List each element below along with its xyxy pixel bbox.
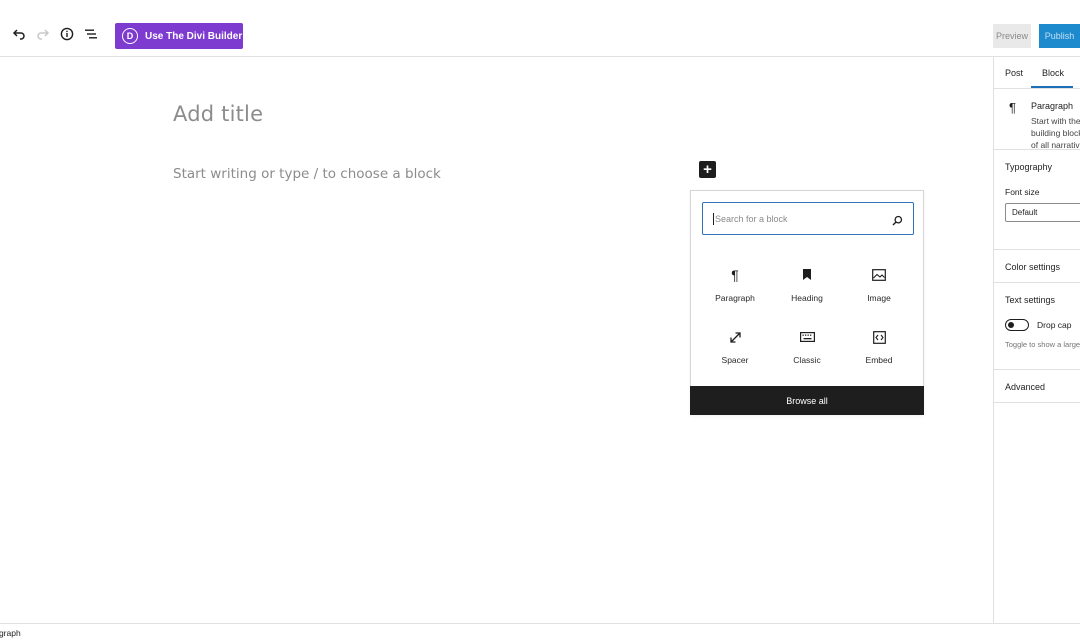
image-icon [870,266,888,284]
search-placeholder: Search for a block [715,213,788,224]
block-option-spacer[interactable]: Spacer [699,328,771,384]
toggle-knob [1008,321,1014,328]
drop-cap-toggle[interactable] [1005,319,1029,331]
paragraph-icon: ¶ [731,267,739,283]
sidebar-tabs: Post Block [994,57,1080,89]
block-option-heading[interactable]: Heading [771,266,843,322]
use-divi-builder-button[interactable]: D Use The Divi Builder [115,23,243,49]
list-view-icon[interactable] [81,24,101,44]
text-caret [713,212,714,225]
keyboard-icon [798,328,816,346]
block-breadcrumb-bar: Paragraph [0,623,1080,640]
info-icon[interactable] [57,24,77,44]
block-option-label: Paragraph [715,293,755,303]
block-search-input[interactable]: Search for a block [702,202,914,235]
publish-button[interactable]: Publish [1039,24,1080,48]
advanced-panel-title[interactable]: Advanced [1005,382,1045,392]
block-option-embed[interactable]: Embed [843,328,915,384]
bookmark-icon [798,266,816,284]
breadcrumb-paragraph[interactable]: Paragraph [0,628,21,638]
undo-icon[interactable] [9,24,29,44]
block-card: ¶ Paragraph Start with the building bloc… [994,89,1080,150]
settings-sidebar: Post Block ¶ Paragraph Start with the bu… [993,57,1080,623]
color-settings-panel: Color settings [994,250,1080,283]
typography-panel-title[interactable]: Typography [1005,162,1052,172]
advanced-panel: Advanced [994,370,1080,403]
text-settings-panel-title[interactable]: Text settings [1005,295,1055,305]
browse-all-button[interactable]: Browse all [690,386,924,415]
block-option-image[interactable]: Image [843,266,915,322]
font-size-value: Default [1012,208,1038,217]
block-option-classic[interactable]: Classic [771,328,843,384]
block-option-label: Spacer [721,355,749,365]
typography-panel: Typography [994,150,1080,250]
tab-block[interactable]: Block [1042,68,1064,78]
font-size-label: Font size [1005,187,1040,197]
tab-post[interactable]: Post [1005,68,1023,78]
drop-cap-label: Drop cap [1037,320,1072,330]
color-settings-panel-title[interactable]: Color settings [1005,262,1060,272]
block-option-label: Heading [791,293,823,303]
resize-arrows-icon [726,328,744,346]
block-card-description: Start with the building block of all nar… [1031,116,1080,150]
paragraph-icon: ¶ [1009,100,1016,115]
active-tab-indicator [1031,86,1073,88]
post-title-input[interactable]: Add title [173,102,263,126]
divi-logo-icon: D [122,28,138,44]
block-option-label: Classic [793,355,821,365]
block-option-label: Embed [865,355,893,365]
drop-cap-help: Toggle to show a large initial letter. [1005,340,1080,349]
divi-button-label: Use The Divi Builder [145,30,243,42]
block-inserter-popover: Search for a block ¶ Paragraph Heading I… [690,190,924,415]
block-card-title: Paragraph [1031,101,1074,111]
embed-code-icon [870,328,888,346]
search-icon [892,213,903,231]
block-option-label: Image [867,293,891,303]
paragraph-block-input[interactable]: Start writing or type / to choose a bloc… [173,166,441,182]
redo-icon[interactable] [33,24,53,44]
block-inserter-toggle[interactable]: + [699,161,716,178]
block-option-paragraph[interactable]: ¶ Paragraph [699,266,771,322]
preview-button[interactable]: Preview [993,24,1031,48]
editor-header: D Use The Divi Builder Preview Publish [0,0,1080,57]
font-size-select[interactable]: Default [1005,203,1080,222]
